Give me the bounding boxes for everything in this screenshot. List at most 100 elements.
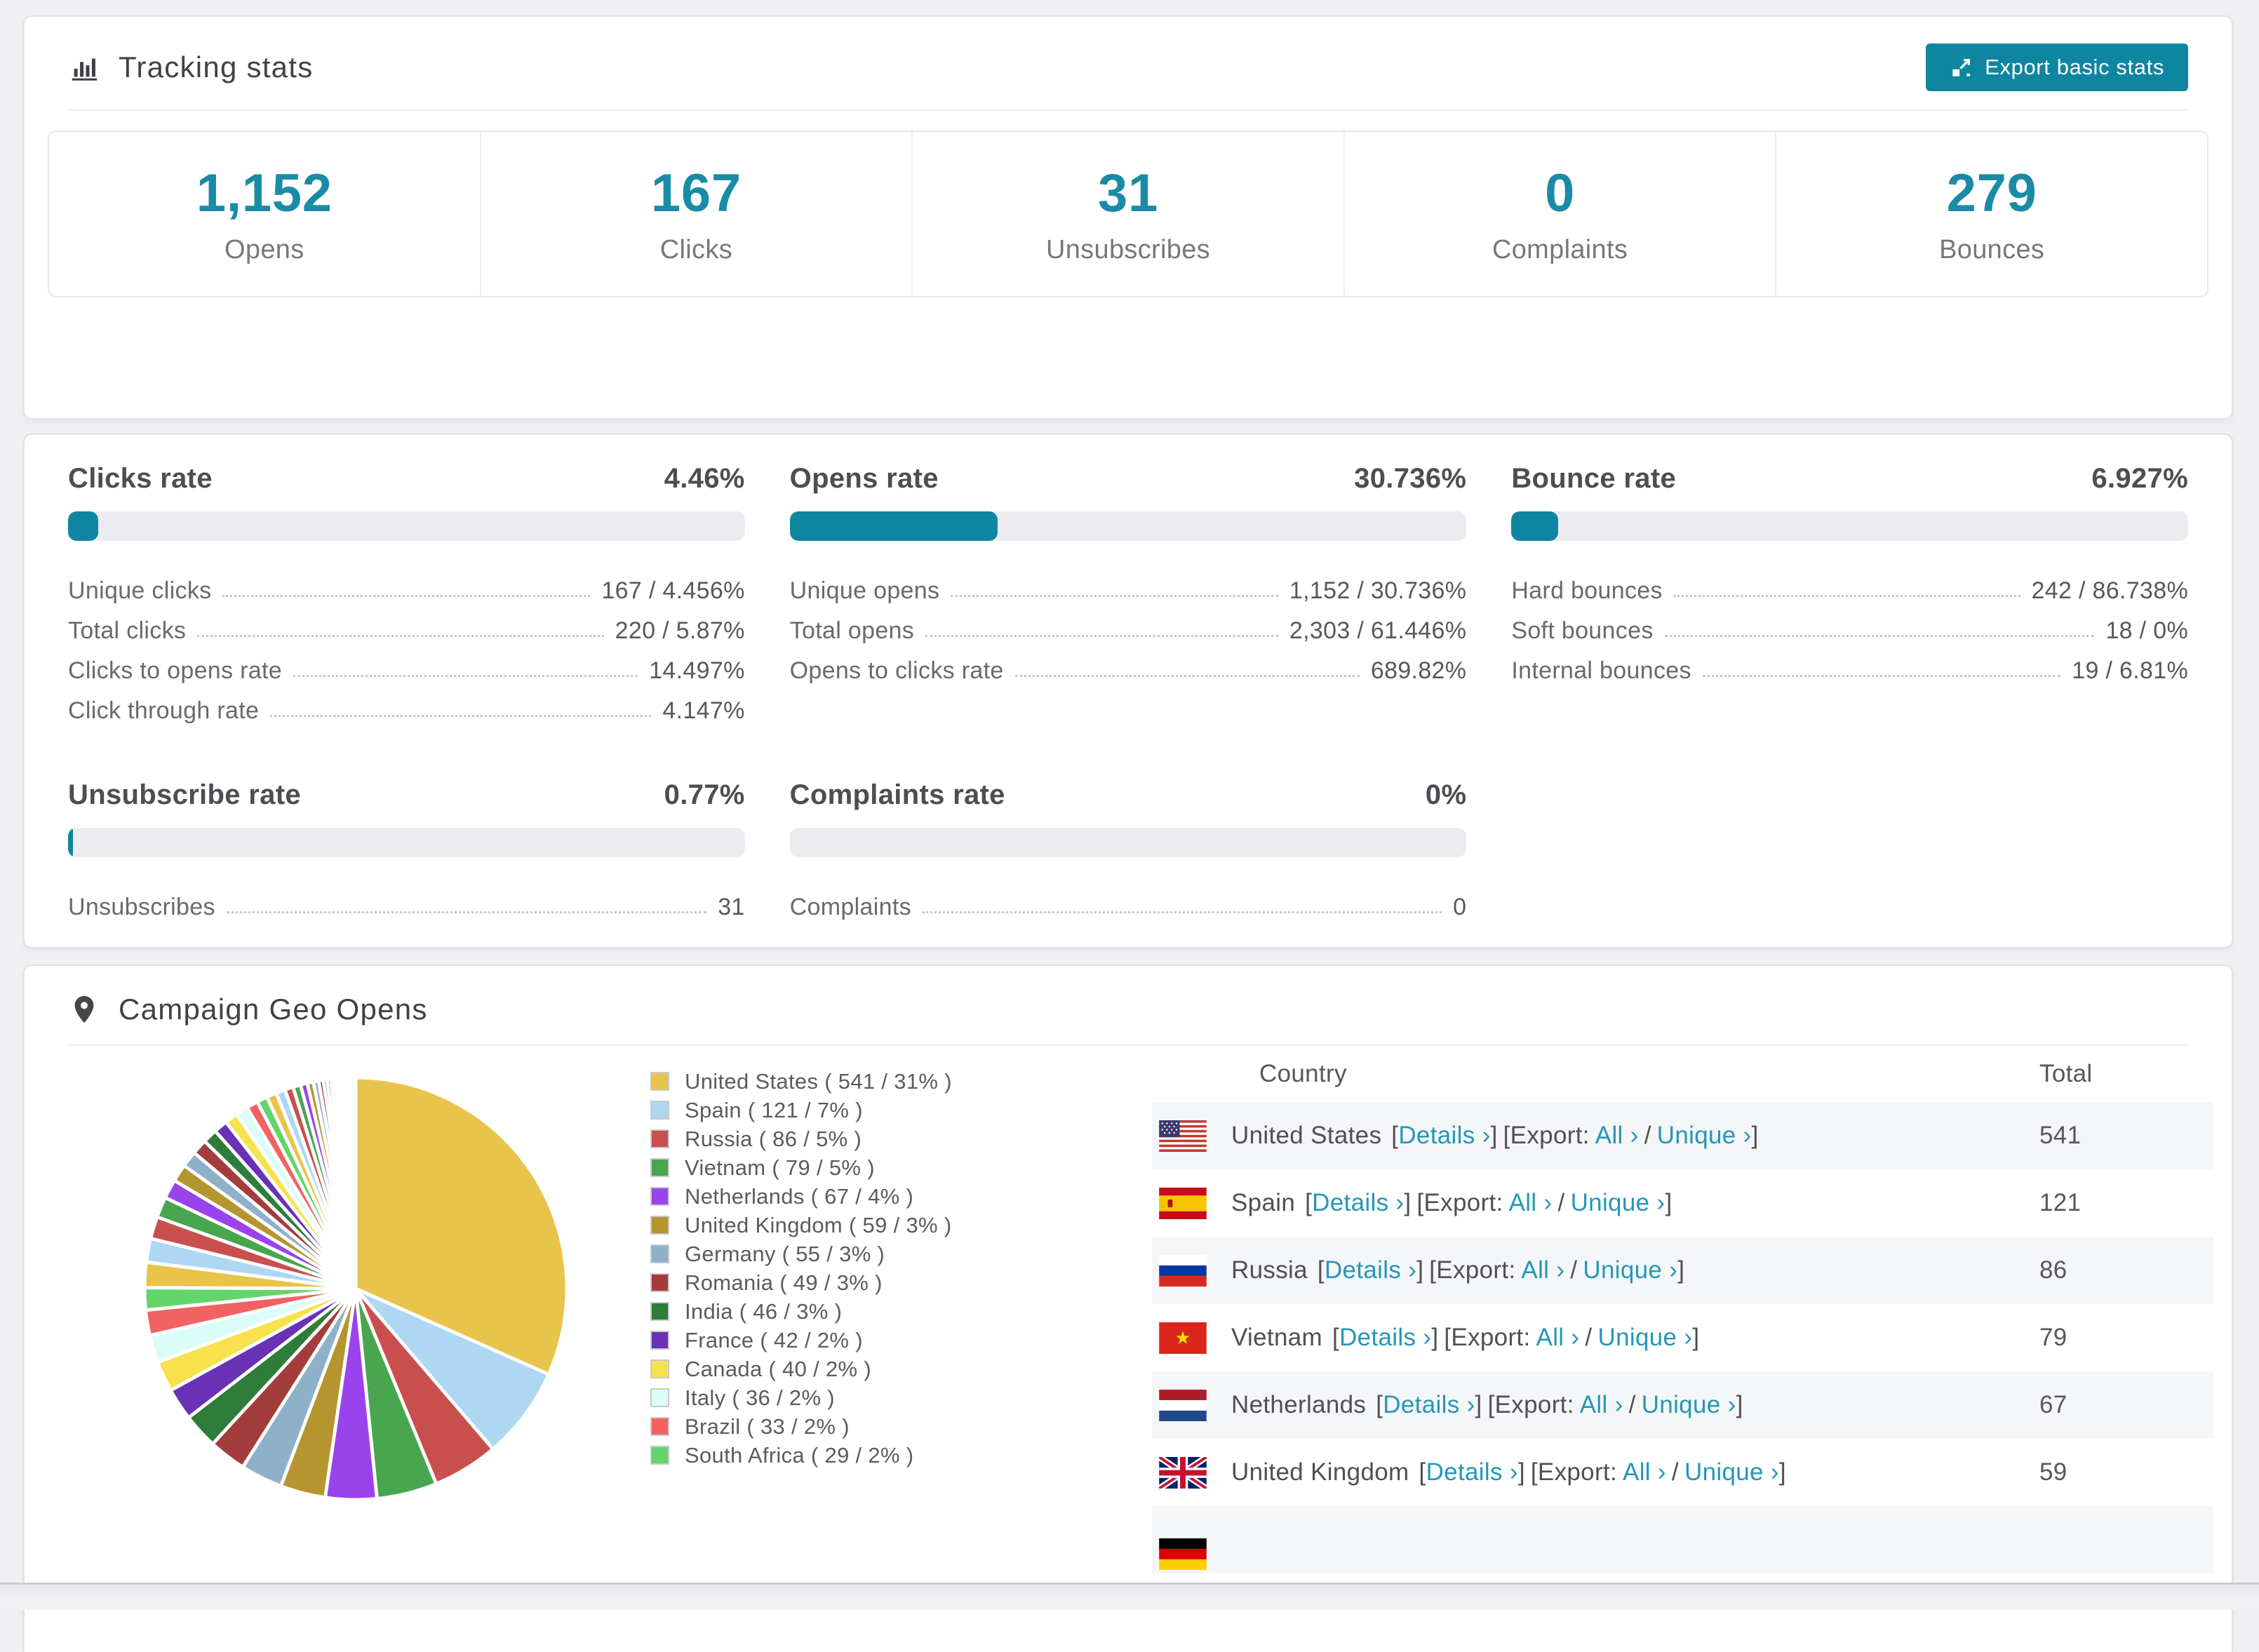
opens-count: 1,152 [196,163,333,223]
rate-row: Opens to clicks rate 689.82% [789,657,1467,684]
legend-swatch [650,1417,669,1436]
unsubscribe-rate-title: Unsubscribe rate [68,779,301,810]
email-campaign-stats-page: { "colors": { "accent": "#0e86a1", "stat… [0,0,2259,1652]
details-link[interactable]: Details › [1339,1324,1431,1351]
details-link[interactable]: Details › [1325,1256,1416,1284]
export-all-link[interactable]: All › [1623,1458,1666,1486]
details-link[interactable]: Details › [1312,1189,1404,1216]
export-all-link[interactable]: All › [1536,1324,1580,1351]
legend-swatch [650,1244,669,1263]
bounces-label: Bounces [1939,235,2045,264]
export-unique-link[interactable]: Unique › [1642,1391,1736,1418]
clicks-count: 167 [650,163,742,223]
country-name: United Kingdom [1231,1458,1409,1486]
export-unique-link[interactable]: Unique › [1684,1458,1779,1486]
legend-item: Vietnam ( 79 / 5% ) [650,1153,952,1182]
country-column-header: Country [1259,1060,1347,1087]
country-name: Spain [1231,1189,1296,1216]
bounce-rate-value: 6.927% [2091,463,2188,494]
total-value: 121 [2039,1189,2082,1216]
legend-item: Germany ( 55 / 3% ) [650,1240,952,1268]
legend-swatch [650,1158,669,1177]
dotted-leader [226,911,707,913]
export-all-link[interactable]: All › [1509,1189,1553,1216]
export-all-link[interactable]: All › [1595,1122,1639,1149]
spain-flag-icon [1159,1187,1207,1219]
table-row-united-kingdom: United Kingdom [Details ›] [Export: All › /… [1152,1439,2213,1506]
campaign-geo-opens-card: Campaign Geo Opens United States ( 541 /… [23,965,2233,1652]
geo-title: Campaign Geo Opens [119,993,428,1026]
unsubscribes-count: 31 [1097,163,1159,223]
details-link[interactable]: Details › [1398,1122,1490,1149]
legend-item: Spain ( 121 / 7% ) [650,1096,952,1124]
bar-chart-icon [72,58,98,81]
export-basic-stats-button[interactable]: Export basic stats [1926,43,2188,91]
legend-item: India ( 46 / 3% ) [650,1297,952,1326]
bounces-count: 279 [1946,163,2037,223]
total-value: 541 [2039,1122,2082,1149]
legend-item: Brazil ( 33 / 2% ) [650,1412,952,1441]
dotted-leader [293,675,638,677]
stat-opens: 1,152 Opens [49,132,480,296]
stat-complaints: 0 Complaints [1343,132,1776,296]
export-icon [1952,58,1971,76]
export-unique-link[interactable]: Unique › [1583,1256,1677,1284]
country-name: Russia [1231,1256,1308,1284]
legend-item: Russia ( 86 / 5% ) [650,1124,952,1153]
table-row-netherlands: Netherlands [Details ›] [Export: All › / Uni… [1152,1371,2213,1439]
netherlands-flag-icon [1159,1389,1207,1421]
country-name: Vietnam [1231,1324,1323,1351]
map-pin-icon [74,995,94,1023]
clicks-rate-value: 4.46% [664,463,745,494]
complaints-rate-value: 0% [1425,779,1467,810]
opens-rate-value: 30.736% [1354,463,1467,494]
export-unique-link[interactable]: Unique › [1597,1324,1692,1351]
stat-clicks: 167 Clicks [479,132,912,296]
dotted-leader [1664,635,2095,637]
dotted-leader [197,635,604,637]
details-link[interactable]: Details › [1383,1391,1475,1418]
export-all-link[interactable]: All › [1521,1256,1564,1284]
total-value: 79 [2039,1324,2067,1351]
dotted-leader [1702,675,2061,677]
united-states-flag-icon [1159,1120,1207,1152]
complaints-rate-title: Complaints rate [789,779,1005,810]
viewport-bottom-scroll-band [0,1583,2259,1610]
export-unique-link[interactable]: Unique › [1571,1189,1665,1216]
table-header-row: Country Total [1152,1046,2213,1102]
total-column-header: Total [2039,1060,2093,1087]
export-all-link[interactable]: All › [1580,1391,1623,1418]
bounce-rate-panel: Bounce rate 6.927% Hard bounces 242 / 86.… [1511,463,2188,727]
dotted-leader [222,595,591,597]
bounce-rate-title: Bounce rate [1511,463,1677,494]
legend-swatch [650,1273,669,1292]
rate-row: Hard bounces 242 / 86.738% [1511,577,2188,604]
details-link[interactable]: Details › [1426,1458,1518,1486]
legend-item: France ( 42 / 2% ) [650,1326,952,1355]
stat-unsubscribes: 31 Unsubscribes [911,132,1343,296]
opens-rate-progressbar [789,511,1467,541]
country-name: Netherlands [1231,1391,1367,1418]
country-name: United States [1231,1122,1382,1149]
stat-boxes-row: 1,152 Opens 167 Clicks 31 Unsubscribes 0… [48,130,2208,297]
legend-swatch [650,1101,669,1120]
legend-swatch [650,1446,669,1465]
bounce-rate-progressbar [1511,511,2188,541]
opens-rate-panel: Opens rate 30.736% Unique opens 1,152 / 3… [789,463,1467,727]
rate-row: Unique clicks 167 / 4.456% [68,577,745,604]
table-row-spain: Spain [Details ›] [Export: All › / Unique ›]… [1152,1169,2213,1237]
dotted-leader [951,595,1278,597]
complaints-rate-progressbar [789,828,1467,857]
complaints-count: 0 [1545,163,1576,223]
tracking-stats-title-wrap: Tracking stats [68,51,314,84]
legend-swatch [650,1359,669,1378]
legend-swatch [650,1129,669,1148]
opens-rate-title: Opens rate [789,463,939,494]
export-button-label: Export basic stats [1985,55,2164,79]
dotted-leader [1673,595,2020,597]
rate-row: Total clicks 220 / 5.87% [68,617,745,644]
export-unique-link[interactable]: Unique › [1657,1122,1752,1149]
dotted-leader [1014,675,1360,677]
rate-row: Internal bounces 19 / 6.81% [1511,657,2188,684]
legend-item: Romania ( 49 / 3% ) [650,1268,952,1297]
